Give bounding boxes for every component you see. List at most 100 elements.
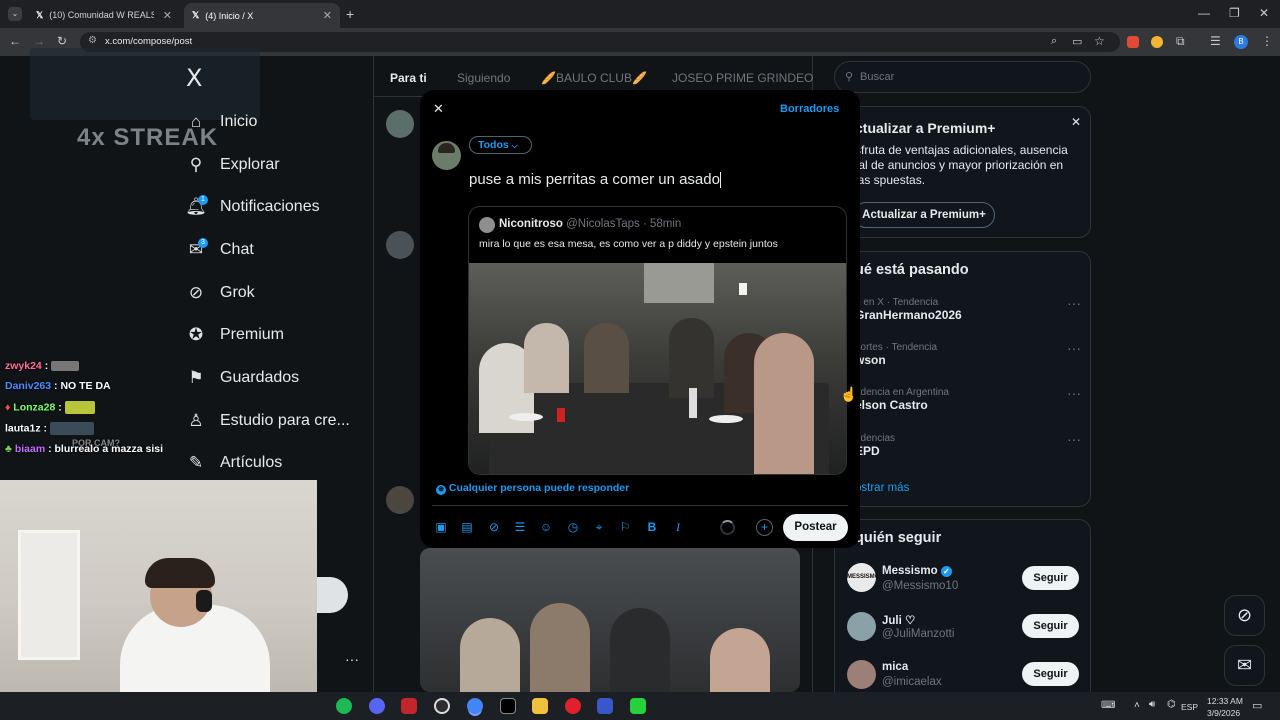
tab-para-ti[interactable]: Para ti bbox=[390, 71, 427, 85]
voice-meeter-icon[interactable] bbox=[401, 698, 417, 714]
avatar[interactable] bbox=[386, 486, 414, 514]
tray-time[interactable]: 12:33 AM bbox=[1207, 696, 1243, 706]
tray-keyboard-icon[interactable]: ⌨ bbox=[1101, 700, 1115, 711]
quoted-post[interactable]: Niconitroso @NicolasTaps · 58min mira lo… bbox=[468, 206, 847, 475]
sidebar-item-articulos[interactable]: ✎ Artículos bbox=[186, 448, 282, 478]
tray-date[interactable]: 3/9/2026 bbox=[1207, 708, 1240, 718]
bookmark-star-icon[interactable]: ☆ bbox=[1094, 34, 1105, 48]
close-tab-icon[interactable]: ✕ bbox=[323, 9, 332, 22]
image-icon[interactable]: ▣ bbox=[433, 519, 449, 535]
audience-selector[interactable]: Todos ⌵ bbox=[469, 136, 532, 154]
trend-item[interactable]: o en X · Tendencia GranHermano2026 ··· bbox=[855, 295, 1085, 327]
avatar[interactable] bbox=[386, 231, 414, 259]
more-dots-icon[interactable]: ··· bbox=[345, 651, 359, 667]
tab-search-icon[interactable]: ⌄ bbox=[8, 7, 22, 21]
reading-list-icon[interactable]: ☰ bbox=[1210, 34, 1221, 48]
grok-icon[interactable]: ⊘ bbox=[486, 519, 502, 535]
close-modal-icon[interactable]: ✕ bbox=[433, 101, 444, 117]
location-icon[interactable]: ⌖ bbox=[591, 519, 607, 535]
discord-icon[interactable] bbox=[369, 698, 385, 714]
sidebar-item-estudio[interactable]: ♙ Estudio para cre... bbox=[186, 406, 349, 436]
avatar[interactable] bbox=[847, 660, 876, 689]
tray-audio-icon[interactable]: 🔊︎ bbox=[1149, 699, 1155, 710]
follow-button[interactable]: Seguir bbox=[1022, 614, 1079, 638]
emoji-icon[interactable]: ☺ bbox=[538, 519, 554, 535]
notification-center-icon[interactable]: ▭ bbox=[1252, 699, 1262, 712]
spotify-icon[interactable] bbox=[336, 698, 352, 714]
sidebar-item-chat[interactable]: ✉ 3 Chat bbox=[186, 235, 254, 265]
messages-float-button[interactable]: ✉ bbox=[1224, 645, 1265, 686]
compose-textarea[interactable]: puse a mis perritas a comer un asado bbox=[469, 171, 839, 193]
forward-icon[interactable]: → bbox=[33, 34, 45, 48]
reply-setting[interactable]: ⊕ Cualquier persona puede responder bbox=[436, 482, 629, 495]
avatar[interactable]: MESSISMO bbox=[847, 563, 879, 592]
show-more-link[interactable]: ostrar más bbox=[855, 482, 909, 494]
italic-icon[interactable]: I bbox=[670, 519, 686, 535]
quoted-image[interactable] bbox=[469, 263, 846, 474]
sidebar-item-notificaciones[interactable]: 🔔︎ 1 Notificaciones bbox=[185, 192, 320, 222]
chrome-icon[interactable] bbox=[467, 698, 483, 714]
sidebar-item-explorar[interactable]: ⚲ Explorar bbox=[186, 150, 280, 180]
back-icon[interactable]: ← bbox=[9, 34, 21, 48]
new-tab-icon[interactable]: + bbox=[346, 6, 354, 22]
tab-baulo-club[interactable]: 🥖BAULO CLUB🥖 bbox=[541, 71, 647, 85]
kick-icon[interactable] bbox=[630, 698, 646, 714]
avatar[interactable] bbox=[847, 612, 876, 641]
tray-chevron-icon[interactable]: ˄ bbox=[1134, 700, 1140, 711]
more-options-icon[interactable]: ··· bbox=[1067, 340, 1081, 356]
menu-kebab-icon[interactable]: ⋮ bbox=[1261, 34, 1273, 48]
follow-button[interactable]: Seguir bbox=[1022, 566, 1079, 590]
drafts-link[interactable]: Borradores bbox=[780, 103, 839, 115]
flag-icon[interactable]: ⚐ bbox=[617, 519, 633, 535]
sidebar-item-guardados[interactable]: ⚑ Guardados bbox=[186, 363, 299, 393]
site-info-icon[interactable]: ⚙ bbox=[88, 35, 97, 46]
maximize-icon[interactable]: ❐ bbox=[1229, 6, 1240, 20]
app-icon[interactable] bbox=[597, 698, 613, 714]
close-window-icon[interactable]: ✕ bbox=[1259, 6, 1269, 20]
install-icon[interactable]: ▭ bbox=[1072, 35, 1082, 48]
post-button[interactable]: Postear bbox=[783, 514, 848, 541]
user-name[interactable]: Messismo ✓ bbox=[882, 565, 952, 577]
opera-icon[interactable] bbox=[565, 698, 581, 714]
trend-item[interactable]: portes · Tendencia wson ··· bbox=[855, 340, 1085, 372]
avatar[interactable] bbox=[386, 110, 414, 138]
x-logo[interactable]: X bbox=[186, 64, 202, 92]
close-icon[interactable]: ✕ bbox=[1071, 115, 1081, 129]
user-name[interactable]: Juli ♡ bbox=[882, 613, 915, 627]
poll-icon[interactable]: ☰ bbox=[512, 519, 528, 535]
user-name[interactable]: mica bbox=[882, 661, 908, 673]
sidebar-item-grok[interactable]: ⊘ Grok bbox=[186, 278, 255, 308]
capcut-icon[interactable] bbox=[500, 698, 516, 714]
extension-icon[interactable] bbox=[1127, 36, 1139, 48]
more-options-icon[interactable]: ··· bbox=[1067, 431, 1081, 447]
profile-avatar[interactable]: B bbox=[1234, 35, 1248, 49]
tray-network-icon[interactable]: ⌬ bbox=[1167, 699, 1176, 710]
extensions-puzzle-icon[interactable]: ⧉ bbox=[1176, 34, 1185, 49]
reload-icon[interactable]: ↻ bbox=[57, 34, 67, 48]
close-tab-icon[interactable]: ✕ bbox=[163, 9, 172, 22]
browser-tab-inicio[interactable]: 𝕏 (4) Inicio / X ✕ bbox=[184, 3, 340, 28]
trend-item[interactable]: ndencia en Argentina elson Castro ··· bbox=[855, 385, 1085, 417]
minimize-icon[interactable]: — bbox=[1198, 6, 1210, 20]
premium-button[interactable]: Actualizar a Premium+ bbox=[853, 202, 995, 228]
browser-tab-comunidad[interactable]: 𝕏 (10) Comunidad W REALS 🔥 / ✕ bbox=[28, 3, 180, 28]
bold-icon[interactable]: B bbox=[644, 519, 660, 535]
add-post-button[interactable]: + bbox=[756, 519, 773, 536]
file-explorer-icon[interactable] bbox=[532, 698, 548, 714]
feed-post-image[interactable] bbox=[420, 548, 800, 692]
search-box[interactable]: ⚲ Buscar bbox=[834, 61, 1091, 93]
tab-joseo-prime[interactable]: JOSEO PRIME GRINDEO bbox=[672, 71, 813, 85]
follow-button[interactable]: Seguir bbox=[1022, 662, 1079, 686]
tray-language[interactable]: ESP bbox=[1181, 702, 1198, 712]
gif-icon[interactable]: ▤ bbox=[459, 519, 475, 535]
more-options-icon[interactable]: ··· bbox=[1067, 385, 1081, 401]
sidebar-item-premium[interactable]: ✪ Premium bbox=[186, 320, 284, 350]
schedule-icon[interactable]: ◷ bbox=[565, 519, 581, 535]
more-options-icon[interactable]: ··· bbox=[1067, 295, 1081, 311]
trend-item[interactable]: ndencias EPD ··· bbox=[855, 431, 1085, 463]
extension-icon[interactable] bbox=[1151, 36, 1163, 48]
tab-siguiendo[interactable]: Siguiendo bbox=[457, 71, 510, 85]
grok-float-button[interactable]: ⊘ bbox=[1224, 595, 1265, 636]
obs-icon[interactable] bbox=[434, 698, 450, 714]
sidebar-item-inicio[interactable]: ⌂ Inicio bbox=[186, 107, 258, 137]
